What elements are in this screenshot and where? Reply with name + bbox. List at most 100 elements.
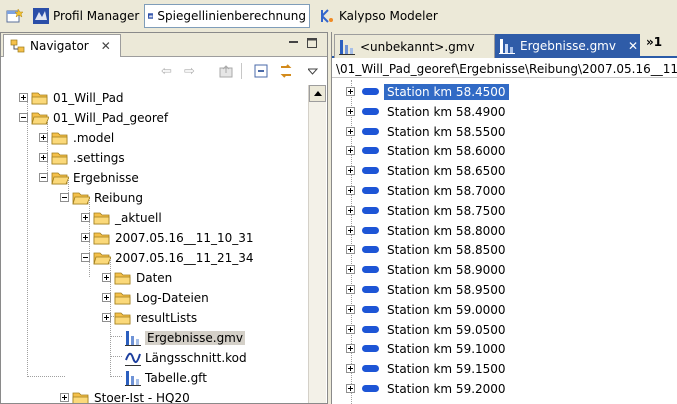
expand-icon[interactable] <box>81 213 90 222</box>
tree-item[interactable]: Stoer-Ist - HQ20 <box>60 388 190 403</box>
expand-icon[interactable] <box>346 226 355 235</box>
expand-icon[interactable] <box>346 107 355 116</box>
forward-arrow-icon[interactable]: ⇨ <box>184 64 195 79</box>
collapse-icon[interactable] <box>39 173 48 182</box>
station-item[interactable]: Station km 59.0500 <box>346 320 509 339</box>
tree-item-label: .model <box>73 130 115 145</box>
station-icon <box>362 326 379 333</box>
back-arrow-icon[interactable]: ⇦ <box>161 64 172 79</box>
expand-icon[interactable] <box>346 87 355 96</box>
folder-icon <box>31 92 48 104</box>
collapse-all-icon[interactable] <box>254 64 268 78</box>
expand-icon[interactable] <box>60 393 69 402</box>
collapse-icon[interactable] <box>81 253 90 262</box>
navigator-scrollbar[interactable] <box>308 85 326 403</box>
expand-icon[interactable] <box>346 206 355 215</box>
expand-icon[interactable] <box>346 146 355 155</box>
navigator-view: Navigator ✕ ⇦ ⇨ 01_Will_Pad 01_Will_Pad_… <box>0 32 328 404</box>
open-perspective-icon[interactable] <box>6 8 24 24</box>
up-folder-icon[interactable] <box>219 64 233 78</box>
tab-label: Ergebnisse.gmv <box>520 39 616 53</box>
station-item[interactable]: Station km 58.5500 <box>346 122 509 141</box>
close-icon[interactable]: ✕ <box>628 39 638 53</box>
expand-icon[interactable] <box>346 364 355 373</box>
expand-icon[interactable] <box>346 245 355 254</box>
tree-item[interactable]: Ergebnisse <box>39 168 139 187</box>
expand-icon[interactable] <box>346 305 355 314</box>
tree-item[interactable]: 01_Will_Pad_georef <box>19 108 168 127</box>
tree-item[interactable]: Reibung <box>60 188 143 207</box>
expand-icon[interactable] <box>346 166 355 175</box>
tree-item-label: Ergebnisse <box>73 170 139 185</box>
station-icon <box>362 108 379 115</box>
station-item[interactable]: Station km 59.1000 <box>346 339 509 358</box>
tree-item[interactable]: 01_Will_Pad <box>19 88 124 107</box>
station-icon <box>362 227 379 234</box>
expand-icon[interactable] <box>346 127 355 136</box>
station-item[interactable]: Station km 58.8500 <box>346 240 509 259</box>
station-item[interactable]: Station km 59.2000 <box>346 379 509 398</box>
station-icon <box>362 128 379 135</box>
tree-item[interactable]: .model <box>39 128 114 147</box>
expand-icon[interactable] <box>39 133 48 142</box>
tree-item[interactable]: Tabelle.gft <box>125 368 207 387</box>
station-item[interactable]: Station km 58.6500 <box>346 161 509 180</box>
tab-unbekannt-gmv[interactable]: <unbekannt>.gmv <box>334 34 495 58</box>
expand-icon[interactable] <box>39 153 48 162</box>
perspective-label: Kalypso Modeler <box>339 9 438 23</box>
expand-icon[interactable] <box>346 186 355 195</box>
tree-item[interactable]: resultLists <box>102 308 197 327</box>
tree-item[interactable]: Log-Dateien <box>102 288 209 307</box>
expand-icon[interactable] <box>346 325 355 334</box>
station-label: Station km 58.6500 <box>387 163 506 178</box>
scroll-up-button[interactable] <box>309 85 326 102</box>
expand-icon[interactable] <box>81 233 90 242</box>
tree-item[interactable]: 2007.05.16__11_21_34 <box>81 248 254 267</box>
expand-icon[interactable] <box>19 93 28 102</box>
collapse-icon[interactable] <box>60 193 69 202</box>
expand-icon[interactable] <box>346 384 355 393</box>
station-item[interactable]: Station km 58.7500 <box>346 201 509 220</box>
station-item[interactable]: Station km 58.9000 <box>346 260 509 279</box>
tree-item[interactable]: Ergebnisse.gmv <box>125 328 245 347</box>
expand-icon[interactable] <box>102 273 111 282</box>
station-item[interactable]: Station km 58.4900 <box>346 102 509 121</box>
station-item[interactable]: Station km 58.4500 <box>346 82 509 101</box>
view-menu-icon[interactable] <box>306 66 319 75</box>
link-with-editor-icon[interactable] <box>278 63 294 79</box>
expand-icon[interactable] <box>346 285 355 294</box>
expand-icon[interactable] <box>102 293 111 302</box>
station-item[interactable]: Station km 58.8000 <box>346 221 509 240</box>
tab-ergebnisse-gmv[interactable]: Ergebnisse.gmv ✕ <box>495 34 640 58</box>
tree-item-label: 2007.05.16__11_21_34 <box>115 250 254 265</box>
perspective-spiegellinienberechnung[interactable]: Spiegellinienberechnung <box>144 4 310 28</box>
close-icon[interactable]: ✕ <box>101 39 111 53</box>
maximize-icon[interactable] <box>307 38 318 49</box>
station-item[interactable]: Station km 59.1500 <box>346 359 509 378</box>
more-tabs-button[interactable]: »1 <box>646 35 662 49</box>
tree-item[interactable]: .settings <box>39 148 125 167</box>
station-item[interactable]: Station km 58.6000 <box>346 141 509 160</box>
station-item[interactable]: Station km 58.9500 <box>346 280 509 299</box>
expand-icon[interactable] <box>346 265 355 274</box>
expand-icon[interactable] <box>102 313 111 322</box>
tree-item[interactable]: Längsschnitt.kod <box>125 348 247 367</box>
tree-item[interactable]: 2007.05.16__11_10_31 <box>81 228 254 247</box>
navigator-tab[interactable]: Navigator ✕ <box>3 34 121 57</box>
perspective-kalypso-modeler[interactable]: Kalypso Modeler <box>316 4 441 28</box>
kod-file-icon <box>125 352 141 366</box>
minimize-icon[interactable] <box>289 35 299 45</box>
folder-icon <box>51 152 68 164</box>
perspective-profil-manager[interactable]: Profil Manager <box>30 4 142 28</box>
tree-item[interactable]: _aktuell <box>81 208 162 227</box>
folder-icon <box>72 392 89 403</box>
expand-icon[interactable] <box>346 344 355 353</box>
station-item[interactable]: Station km 58.7000 <box>346 181 509 200</box>
station-label: Station km 58.8000 <box>387 223 506 238</box>
collapse-icon[interactable] <box>19 113 28 122</box>
station-item[interactable]: Station km 59.0000 <box>346 300 509 319</box>
tree-item-label: Reibung <box>94 190 143 205</box>
tree-item-label: 2007.05.16__11_10_31 <box>115 230 254 245</box>
tree-item[interactable]: Daten <box>102 268 172 287</box>
station-label: Station km 58.9000 <box>387 262 506 277</box>
